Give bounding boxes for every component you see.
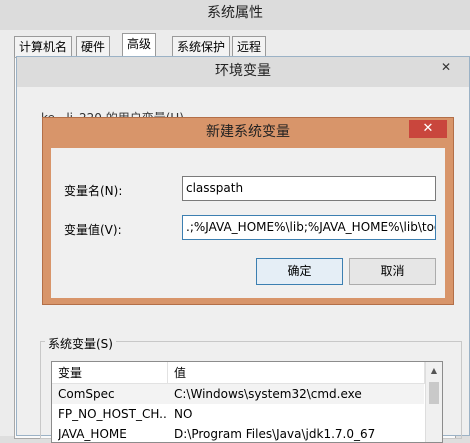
tab-advanced[interactable]: 高级	[122, 33, 157, 58]
system-variables-table[interactable]: 变量 值 ComSpec C:\Windows\system32\cmd.exe…	[51, 361, 443, 443]
environment-variables-title: 环境变量	[215, 63, 271, 79]
variable-name-cell: FP_NO_HOST_CH...	[58, 407, 166, 421]
variable-name-field[interactable]: classpath	[182, 176, 436, 201]
variable-name-cell: JAVA_HOME	[58, 427, 127, 441]
variable-name-cell: ComSpec	[58, 387, 115, 401]
scrollbar-thumb[interactable]	[429, 382, 439, 404]
tab-hardware[interactable]: 硬件	[76, 36, 111, 57]
column-header-variable[interactable]: 变量	[52, 362, 168, 384]
scroll-up-icon[interactable]: ▲	[426, 364, 442, 378]
close-icon[interactable]: ✕	[435, 59, 457, 75]
variable-value-label: 变量值(V):	[64, 223, 122, 237]
cancel-button[interactable]: 取消	[349, 258, 436, 285]
system-properties-title: 系统属性	[207, 5, 263, 21]
variable-value-cell: C:\Windows\system32\cmd.exe	[174, 387, 362, 401]
variable-name-label: 变量名(N):	[64, 184, 123, 198]
new-system-variable-title: 新建系统变量	[206, 124, 290, 140]
system-variables-label: 系统变量(S)	[45, 335, 116, 352]
dialog-body: 变量名(N): classpath 变量值(V): .;%JAVA_HOME%\…	[51, 148, 445, 298]
close-icon[interactable]: ✕	[409, 120, 447, 138]
ok-button[interactable]: 确定	[256, 258, 343, 285]
tab-system-protection[interactable]: 系统保护	[172, 36, 231, 57]
tab-remote[interactable]: 远程	[232, 36, 267, 57]
column-header-value[interactable]: 值	[168, 362, 425, 384]
table-row[interactable]: FP_NO_HOST_CH... NO	[52, 404, 424, 424]
vertical-scrollbar[interactable]: ▲	[425, 362, 442, 442]
variable-value-cell: NO	[174, 407, 193, 421]
table-row[interactable]: ComSpec C:\Windows\system32\cmd.exe	[52, 384, 424, 404]
tab-computer-name[interactable]: 计算机名	[14, 36, 73, 57]
new-system-variable-dialog: 新建系统变量 ✕ 变量名(N): classpath 变量值(V): .;%JA…	[42, 117, 454, 305]
variable-value-field[interactable]: .;%JAVA_HOME%\lib;%JAVA_HOME%\lib\tools.…	[182, 215, 436, 240]
table-row[interactable]: JAVA_HOME D:\Program Files\Java\jdk1.7.0…	[52, 424, 424, 442]
variable-value-cell: D:\Program Files\Java\jdk1.7.0_67	[174, 427, 376, 441]
